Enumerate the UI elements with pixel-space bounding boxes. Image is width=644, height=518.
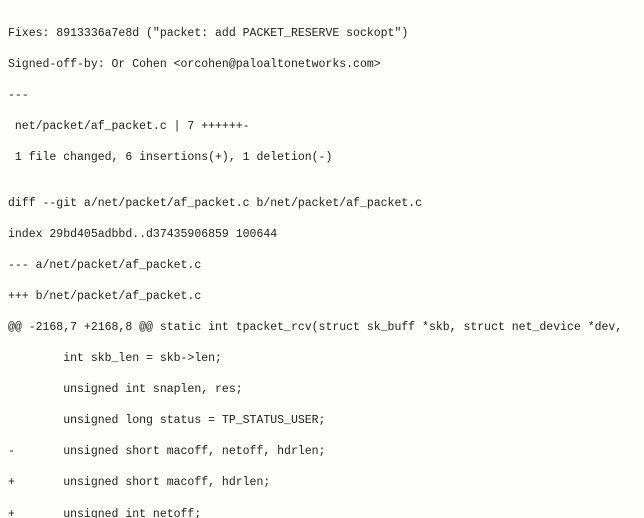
- addition-line: + unsigned int netoff;: [8, 507, 636, 518]
- hunk-header: @@ -2168,7 +2168,8 @@ static int tpacket…: [8, 320, 636, 336]
- separator: ---: [8, 88, 636, 104]
- patch-document: Fixes: 8913336a7e8d ("packet: add PACKET…: [0, 0, 644, 518]
- addition-line: + unsigned short macoff, hdrlen;: [8, 475, 636, 491]
- fixes-line: Fixes: 8913336a7e8d ("packet: add PACKET…: [8, 26, 636, 42]
- signed-off-by: Signed-off-by: Or Cohen <orcohen@paloalt…: [8, 57, 636, 73]
- deletion-line: - unsigned short macoff, netoff, hdrlen;: [8, 444, 636, 460]
- diffstat-file: net/packet/af_packet.c | 7 ++++++-: [8, 119, 636, 135]
- minus-file: --- a/net/packet/af_packet.c: [8, 258, 636, 274]
- index-line: index 29bd405adbbd..d37435906859 100644: [8, 227, 636, 243]
- context-line: unsigned long status = TP_STATUS_USER;: [8, 413, 636, 429]
- context-line: unsigned int snaplen, res;: [8, 382, 636, 398]
- plus-file: +++ b/net/packet/af_packet.c: [8, 289, 636, 305]
- context-line: int skb_len = skb->len;: [8, 351, 636, 367]
- diffstat-summary: 1 file changed, 6 insertions(+), 1 delet…: [8, 150, 636, 166]
- diff-header: diff --git a/net/packet/af_packet.c b/ne…: [8, 196, 636, 212]
